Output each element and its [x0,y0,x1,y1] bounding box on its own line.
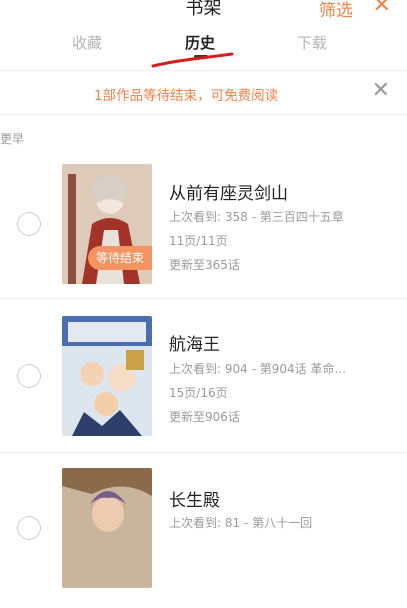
list-item[interactable]: 长生殿 上次看到: 81 - 第八十一回 [0,458,407,608]
item-pages: 11页/11页 [169,234,228,248]
item-title: 从前有座灵剑山 [169,184,288,204]
item-progress: 上次看到: 358 - 第三百四十五章 [169,210,344,224]
header: 书架 筛选 ✕ [0,0,407,21]
tab-favorites[interactable]: 收藏 [72,32,102,53]
item-progress: 上次看到: 904 - 第904话 革命... [169,362,346,376]
item-title: 航海王 [169,335,220,355]
item-pages: 15页/16页 [169,386,228,400]
section-label: 更早 [0,132,25,146]
item-update: 更新至906话 [169,410,240,424]
divider [0,298,407,299]
cover-image[interactable] [62,468,152,588]
status-badge: 等待结束 [88,246,152,270]
notice-banner: 1部作品等待结束，可免费阅读 ✕ [0,72,407,112]
close-icon[interactable]: ✕ [373,0,391,18]
select-radio[interactable] [17,364,41,388]
tab-downloads[interactable]: 下载 [297,32,327,53]
divider [0,114,407,115]
list-item[interactable]: 等待结束 从前有座灵剑山 上次看到: 358 - 第三百四十五章 11页/11页… [0,152,407,302]
list-item[interactable]: 航海王 上次看到: 904 - 第904话 革命... 15页/16页 更新至9… [0,302,407,452]
select-radio[interactable] [17,516,41,540]
cover-image[interactable] [62,316,152,436]
select-radio[interactable] [17,212,41,236]
item-title: 长生殿 [169,491,220,511]
divider [0,70,407,71]
notice-text: 1部作品等待结束，可免费阅读 [94,88,279,104]
close-icon[interactable]: ✕ [372,78,390,103]
item-progress: 上次看到: 81 - 第八十一回 [169,516,313,530]
item-update: 更新至365话 [169,258,240,272]
divider [0,452,407,453]
filter-button[interactable]: 筛选 [319,0,353,21]
cover-image[interactable]: 等待结束 [62,164,152,284]
